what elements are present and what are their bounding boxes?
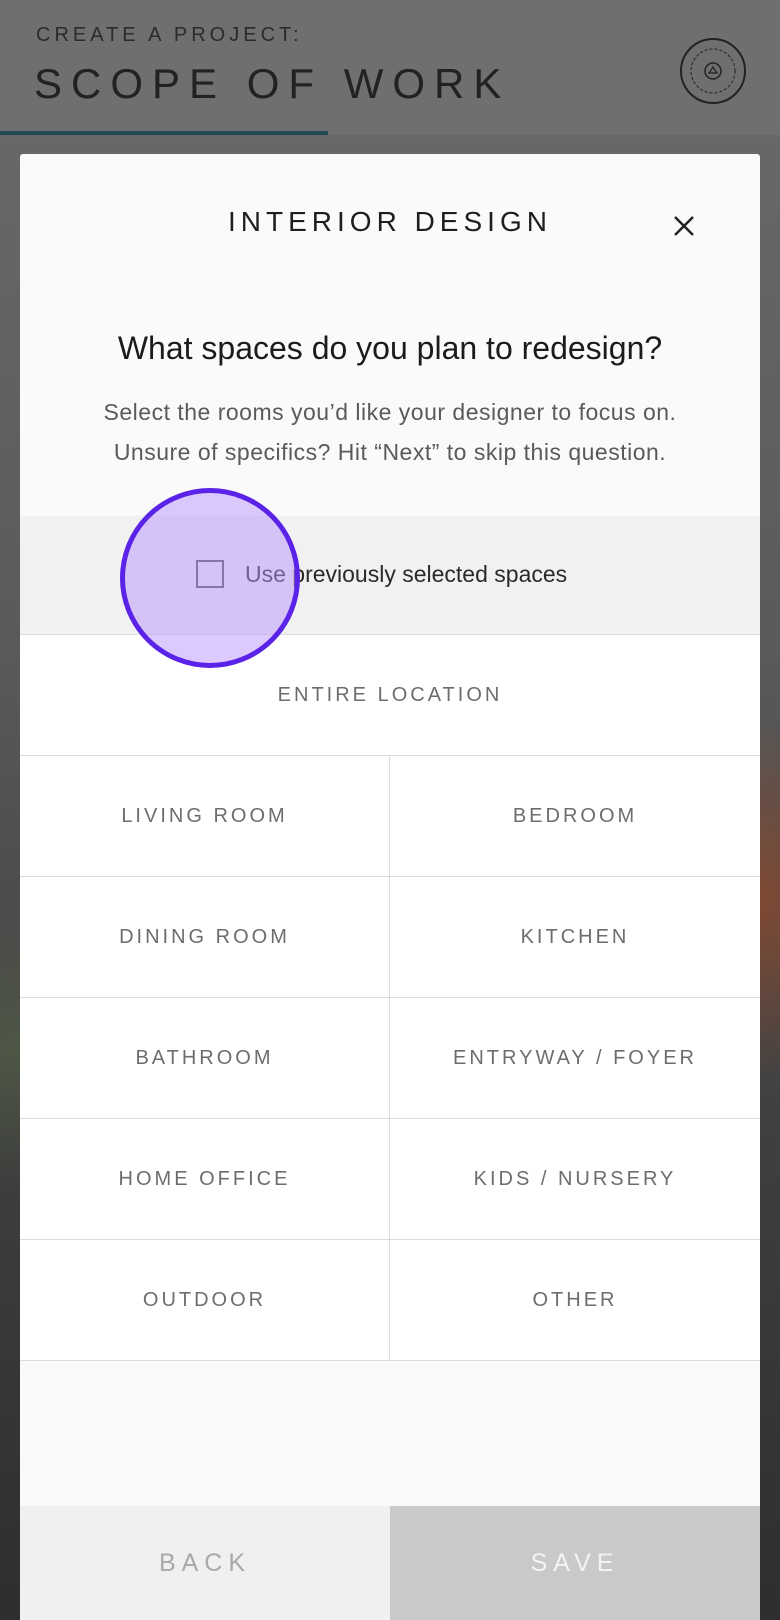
space-option-outdoor[interactable]: OUTDOOR: [20, 1240, 390, 1361]
subtext-line-2: Unsure of specifics? Hit “Next” to skip …: [113, 439, 667, 465]
modal-title: INTERIOR DESIGN: [228, 206, 552, 237]
question-subtext: Select the rooms you’d like your designe…: [60, 392, 720, 472]
space-option-entire-location[interactable]: ENTIRE LOCATION: [20, 635, 760, 756]
use-previous-spaces-row[interactable]: Use previously selected spaces: [20, 516, 760, 635]
back-button[interactable]: BACK: [20, 1506, 390, 1620]
space-option-other[interactable]: OTHER: [390, 1240, 760, 1361]
space-option-entryway-foyer[interactable]: ENTRYWAY / FOYER: [390, 998, 760, 1119]
interior-design-modal: INTERIOR DESIGN What spaces do you plan …: [20, 154, 760, 1620]
space-option-living-room[interactable]: LIVING ROOM: [20, 756, 390, 877]
space-option-home-office[interactable]: HOME OFFICE: [20, 1119, 390, 1240]
modal-header: INTERIOR DESIGN: [20, 154, 760, 294]
progress-bar-fill: [0, 131, 328, 135]
page-eyebrow: CREATE A PROJECT:: [36, 24, 303, 46]
progress-bar: [0, 131, 780, 135]
space-option-kids-nursery[interactable]: KIDS / NURSERY: [390, 1119, 760, 1240]
use-previous-spaces-label: Use previously selected spaces: [245, 561, 568, 587]
space-option-bathroom[interactable]: BATHROOM: [20, 998, 390, 1119]
space-option-dining-room[interactable]: DINING ROOM: [20, 877, 390, 998]
subtext-line-1: Select the rooms you’d like your designe…: [103, 399, 677, 425]
page-title: SCOPE OF WORK: [34, 60, 511, 107]
modal-footer: BACK SAVE: [20, 1506, 760, 1620]
top-bar: CREATE A PROJECT: SCOPE OF WORK: [0, 0, 780, 135]
homepolish-logo-icon: [680, 38, 746, 104]
space-option-bedroom[interactable]: BEDROOM: [390, 756, 760, 877]
close-icon[interactable]: [670, 212, 698, 240]
space-option-kitchen[interactable]: KITCHEN: [390, 877, 760, 998]
question-heading: What spaces do you plan to redesign?: [117, 330, 663, 366]
use-previous-spaces-checkbox[interactable]: [196, 560, 224, 588]
save-button[interactable]: SAVE: [390, 1506, 760, 1620]
